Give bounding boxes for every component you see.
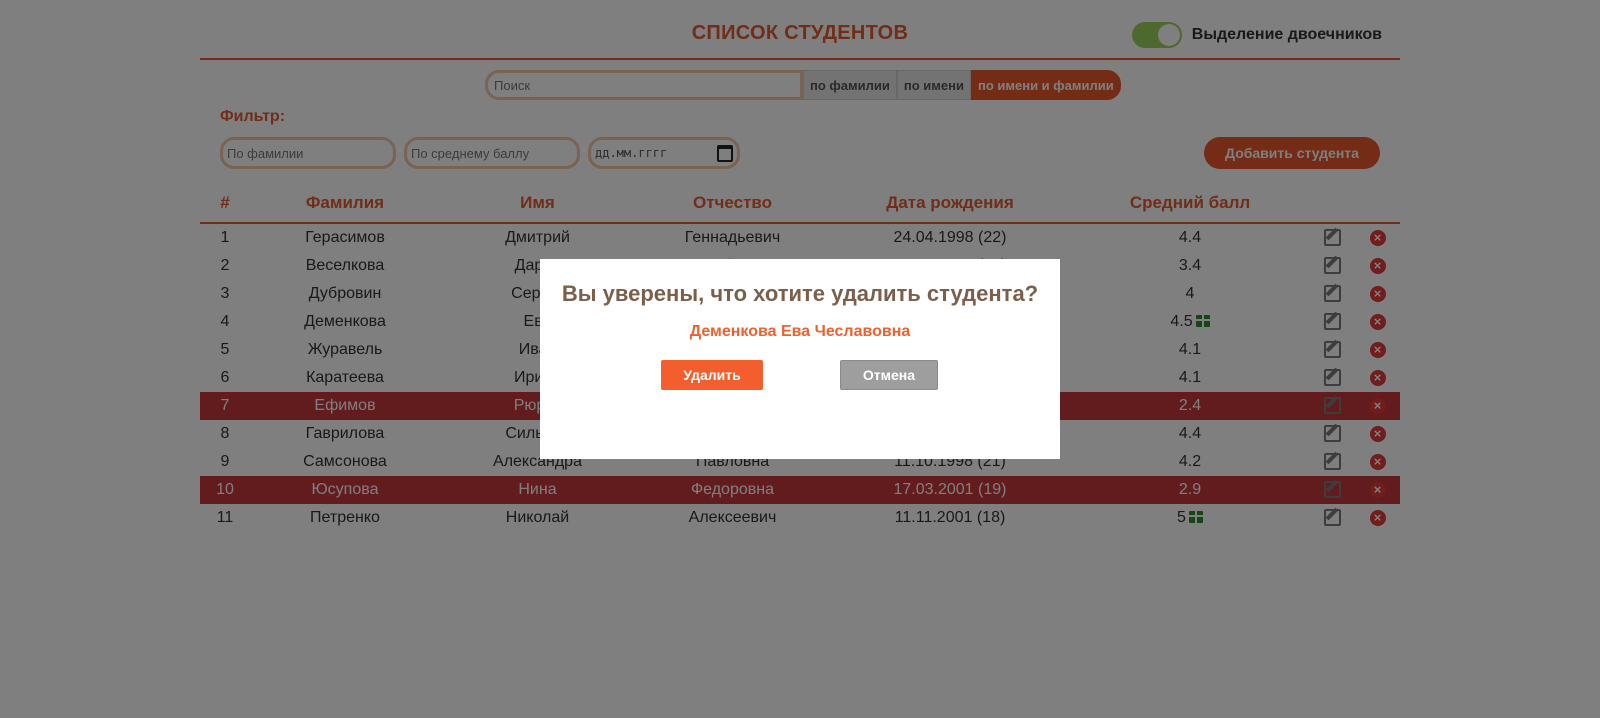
dialog-title: Вы уверены, что хотите удалить студента? — [561, 281, 1039, 306]
delete-confirm-dialog: Вы уверены, что хотите удалить студента?… — [540, 259, 1060, 459]
confirm-delete-button[interactable]: Удалить — [661, 360, 763, 390]
cancel-button[interactable]: Отмена — [840, 360, 938, 390]
dialog-student-name: Деменкова Ева Чеславовна — [689, 323, 911, 340]
